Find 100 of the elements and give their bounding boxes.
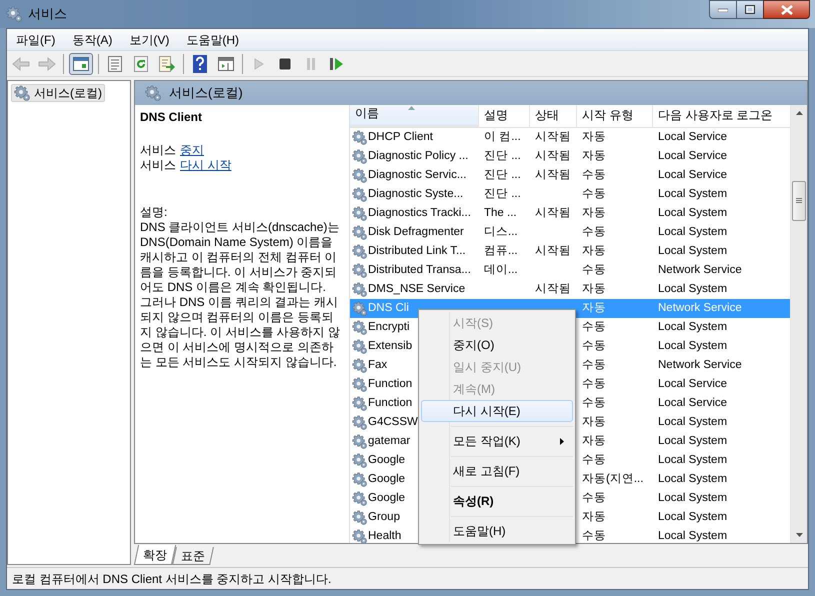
action-link[interactable]: 중지 [180,143,204,158]
submenu-arrow-icon [560,438,564,445]
table-cell: Local System [658,340,728,352]
table-cell: 자동 [582,510,606,523]
table-cell: Local Service [658,150,728,162]
maximize-button[interactable] [737,0,763,19]
table-cell-text: Distributed Transa... [368,262,471,278]
context-menu-item[interactable]: 도움말(H) [421,520,573,542]
table-cell-text: Fax [368,358,388,373]
menu-item[interactable]: 파일(F) [9,30,62,48]
table-cell: Local System [658,206,728,219]
table-cell-text: G4CSSW [368,414,418,430]
action-link[interactable]: 다시 시작 [180,158,232,173]
table-cell: Local System [658,244,728,257]
view-tab[interactable]: 확장 [134,545,176,565]
table-cell: 수동 [582,492,606,504]
gear-icon [352,510,367,525]
description-text: DNS 클라이언트 서비스(dnscache)는 DNS(Domain Name System) 이름을 캐시하고 이 컴퓨터의 전체 컴퓨터 이름을 등록합니다. 이 서비스가 중지되어도 DNS 이름은 계속 확인됩니다. 그러나 DNS 이름 쿼리의 결과는 캐시되지 않으며 컴퓨터의 이름은 등록되지 않습니다. 이 서비스를 사용하지 않으면 이 서비스에 명시적으로 의존하는 모든 서비스도 시작되지 않습니다. [140,220,340,370]
menu-item[interactable]: 동작(A) [65,30,120,48]
table-cell: Local System [658,472,728,485]
table-cell-text: Diagnostic Policy ... [368,148,468,164]
table-cell: 자동 [582,282,606,295]
gear-icon [352,206,367,221]
table-cell: 이 컴... [484,130,521,143]
column-header[interactable]: 설명 [479,105,530,127]
grip-icon [796,198,802,204]
table-cell: 수동 [582,454,606,466]
context-menu-item[interactable]: 중지(O) [421,334,573,356]
gear-icon [6,6,22,22]
description-label: 설명: [140,205,168,220]
table-cell: 수동 [582,188,606,200]
table-cell: 시작됨 [535,130,571,143]
table-cell: Local Service [658,378,728,390]
table-cell-text: Google [368,452,406,468]
tree-item[interactable]: 서비스(로컬) [11,84,105,102]
window-title: 서비스 [28,5,67,24]
stop-icon [279,58,291,70]
scroll-down-icon [796,533,802,537]
pause-icon [306,58,316,70]
table-cell-text: Encrypti [368,320,410,335]
minimize-button[interactable] [709,0,737,19]
column-header[interactable]: 상태 [530,105,577,127]
gear-icon [352,320,367,335]
table-cell: Local Service [658,130,728,143]
menu-item[interactable]: 보기(V) [122,30,176,48]
table-cell: 컴퓨... [484,244,518,257]
table-cell: 수동 [582,396,606,409]
status-bar-text: 로컬 컴퓨터에서 DNS Client 서비스를 중지하고 시작합니다. [12,570,332,588]
table-cell: 수동 [582,320,606,333]
table-cell-text: Function [368,376,412,392]
export-icon [159,56,175,72]
column-header[interactable]: 시작 유형 [577,105,653,127]
gear-icon [352,472,367,487]
table-cell-text: Diagnostic Syste... [368,186,464,202]
table-cell: 수동 [582,264,606,276]
table-cell-text: Function [368,396,412,411]
table-cell: Local System [658,416,728,428]
table-cell: 자동 [582,130,606,143]
table-cell-text: DNS Cli [368,300,409,316]
gear-icon [352,168,367,183]
help-icon [193,54,207,72]
table-cell: The ... [484,206,517,219]
table-cell-text: Diagnostics Tracki... [368,206,471,221]
table-cell: 진단 ... [484,168,521,181]
context-menu-item[interactable]: 새로 고침(F) [421,460,573,482]
table-cell: Local System [658,188,728,200]
table-cell: Local System [658,226,728,238]
sort-arrow-icon [408,106,415,110]
gear-icon [14,85,30,101]
toolbar-button[interactable] [69,52,93,74]
context-menu-item[interactable]: 모든 작업(K) [421,430,573,452]
table-cell: 수동 [582,378,606,390]
refresh-icon [134,56,148,72]
table-cell-text: Distributed Link T... [368,244,466,259]
table-cell: 자동 [582,302,606,314]
gear-icon [352,282,367,297]
table-cell: Local System [658,510,728,523]
table-cell: Local System [658,530,728,542]
panel-title: 서비스(로컬) [169,84,243,102]
table-cell: 진단 ... [484,188,521,200]
context-menu-item[interactable]: 속성(R) [421,490,573,512]
scrollbar-thumb[interactable] [792,181,806,221]
minimize-icon [718,8,728,12]
close-button[interactable] [763,0,810,19]
restart-icon [330,58,344,70]
gear-icon [145,85,161,101]
context-menu-item[interactable]: 다시 시작(E) [421,400,573,422]
table-cell: Network Service [658,358,742,371]
table-cell: 자동 [582,206,606,219]
view-tab[interactable]: 표준 [172,547,214,565]
table-cell: 수동 [582,340,606,352]
table-cell: 자동(지연... [582,472,644,485]
table-cell: 데이... [484,264,518,276]
scrollbar[interactable] [790,105,807,543]
menu-item[interactable]: 도움말(H) [179,30,246,48]
column-header[interactable]: 이름 [350,105,479,127]
table-cell: Local Service [658,168,728,181]
table-cell: Local System [658,492,728,504]
table-cell: 수동 [582,358,606,371]
table-cell: Network Service [658,302,742,314]
